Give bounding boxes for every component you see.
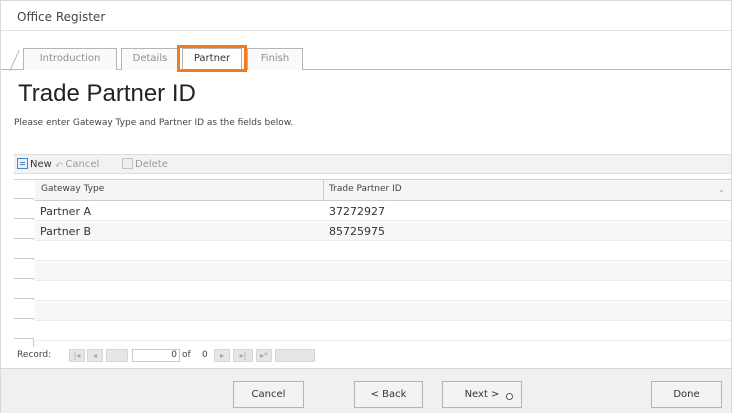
tab-finish[interactable]: Finish <box>247 48 303 70</box>
done-button[interactable]: Done <box>651 381 722 408</box>
delete-button[interactable]: Delete <box>122 158 168 172</box>
title-bar: Office Register <box>1 1 731 31</box>
tab-partner[interactable]: Partner <box>182 48 242 70</box>
instructions-text: Please enter Gateway Type and Partner ID… <box>14 118 294 128</box>
sort-indicator-icon[interactable]: ⌄ <box>718 185 725 194</box>
new-button[interactable]: New <box>17 158 52 172</box>
empty-row <box>35 262 731 281</box>
new-record-nav-icon[interactable]: ▸* <box>256 349 272 362</box>
column-header-gateway-type[interactable]: Gateway Type <box>41 184 104 194</box>
empty-row <box>35 322 731 341</box>
grid-header: Gateway Type Trade Partner ID ⌄ <box>35 180 731 201</box>
previous-page-icon[interactable] <box>106 349 128 362</box>
record-number-input[interactable]: 0 <box>132 349 180 362</box>
row-selector-column <box>14 180 34 350</box>
row-selector[interactable] <box>14 260 34 279</box>
grid-toolbar: New ↶ Cancel Delete <box>14 154 731 174</box>
cell-gateway-type[interactable]: Partner A <box>40 205 91 218</box>
row-selector[interactable] <box>14 320 34 339</box>
tab-introduction[interactable]: Introduction <box>23 48 117 70</box>
empty-row <box>35 242 731 261</box>
undo-icon: ↶ <box>55 161 64 172</box>
row-selector[interactable] <box>14 220 34 239</box>
partner-grid: Gateway Type Trade Partner ID ⌄ Partner … <box>14 179 731 351</box>
previous-record-icon[interactable]: ◂ <box>87 349 103 362</box>
tab-details[interactable]: Details <box>121 48 179 70</box>
cancel-edit-label: Cancel <box>65 159 100 170</box>
mouse-cursor-icon <box>506 393 513 400</box>
new-record-icon <box>17 158 28 169</box>
record-total: 0 <box>202 350 208 360</box>
first-record-icon[interactable]: |◂ <box>69 349 85 362</box>
wizard-tabs: Introduction Details Partner Finish <box>1 42 731 70</box>
window-title: Office Register <box>17 10 106 24</box>
table-row[interactable]: Partner A 37272927 <box>35 202 731 221</box>
empty-row <box>35 282 731 301</box>
row-selector[interactable] <box>14 240 34 259</box>
row-selector[interactable] <box>14 280 34 299</box>
next-record-icon[interactable]: ▸ <box>214 349 230 362</box>
column-header-trade-partner-id[interactable]: Trade Partner ID <box>329 184 402 194</box>
wizard-footer: Cancel < Back Next > Done <box>1 368 731 413</box>
cell-gateway-type[interactable]: Partner B <box>40 225 91 238</box>
back-button[interactable]: < Back <box>354 381 423 408</box>
new-button-label: New <box>30 159 52 170</box>
row-selector[interactable] <box>14 300 34 319</box>
office-register-window: Office Register Introduction Details Par… <box>0 0 732 413</box>
empty-row <box>35 302 731 321</box>
record-of-label: of <box>182 350 191 360</box>
record-label: Record: <box>17 350 52 360</box>
delete-button-label: Delete <box>135 159 168 170</box>
column-divider[interactable] <box>323 180 324 201</box>
page-title: Trade Partner ID <box>18 80 196 107</box>
navigator-filler <box>275 349 315 362</box>
table-row[interactable]: Partner B 85725975 <box>35 222 731 241</box>
cancel-edit-button[interactable]: ↶ Cancel <box>55 158 99 172</box>
cell-trade-partner-id[interactable]: 85725975 <box>329 225 385 238</box>
delete-icon <box>122 158 133 169</box>
record-navigator: Record: |◂ ◂ 0 of 0 ▸ ▸| ▸* <box>14 347 731 365</box>
row-selector[interactable] <box>14 200 34 219</box>
row-selector-header <box>14 180 34 199</box>
cancel-button[interactable]: Cancel <box>233 381 304 408</box>
last-record-icon[interactable]: ▸| <box>233 349 253 362</box>
cell-trade-partner-id[interactable]: 37272927 <box>329 205 385 218</box>
